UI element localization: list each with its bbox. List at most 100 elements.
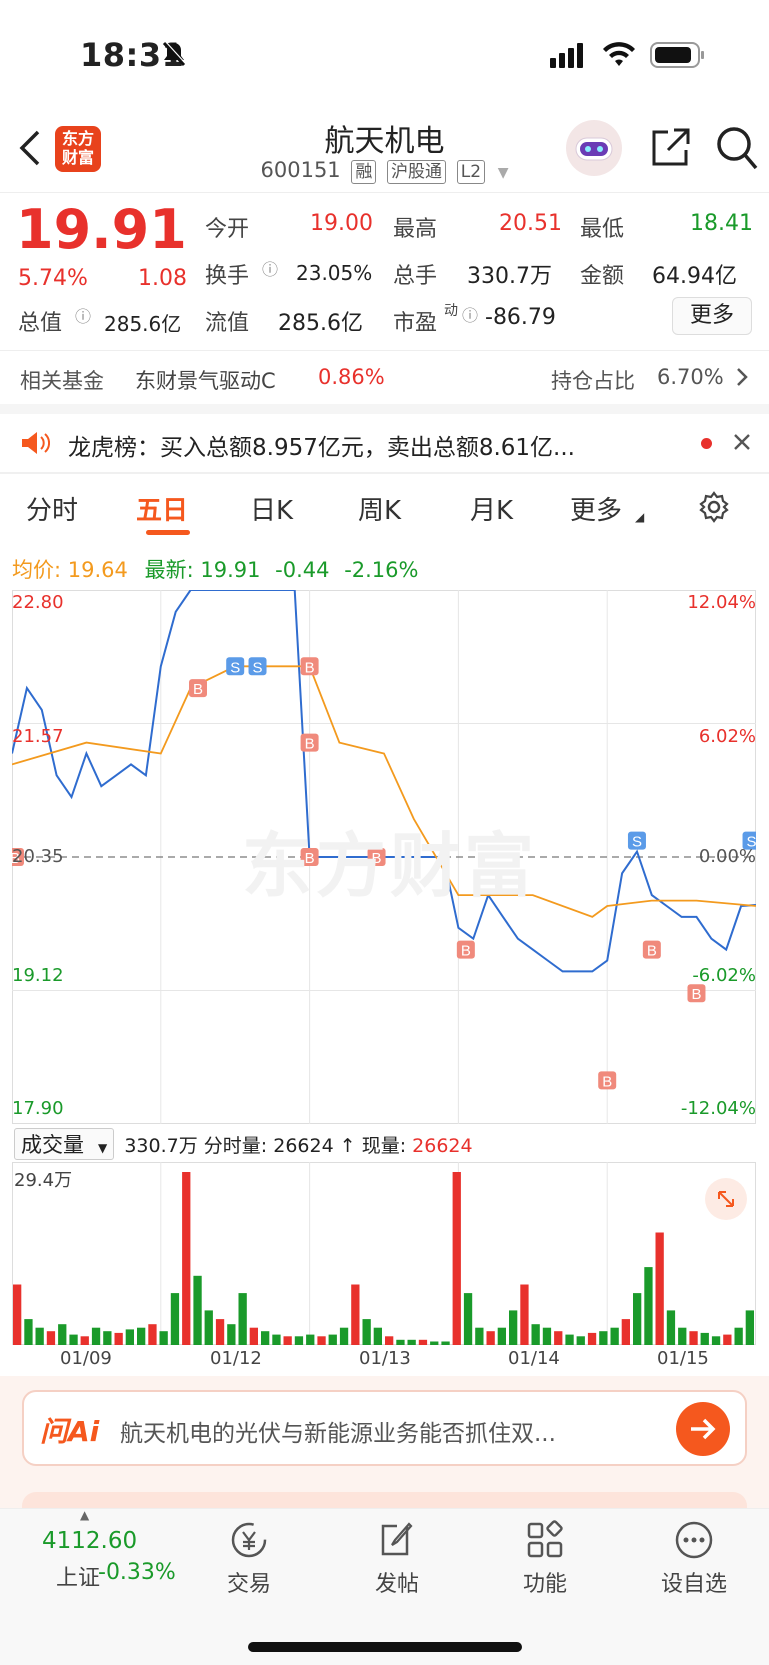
y-tick-right-3: -6.02% — [692, 965, 756, 986]
marker-label: S — [632, 834, 642, 851]
dropdown-corner-icon: ◢ — [635, 510, 645, 524]
marker-label: B — [602, 1073, 612, 1090]
arrow-right-icon[interactable] — [676, 1402, 730, 1456]
chart-legend: 均价: 19.64 最新: 19.91 -0.44 -2.16% — [12, 554, 418, 584]
y-tick-right-4: -12.04% — [680, 1098, 756, 1119]
volume-bar — [249, 1327, 258, 1345]
nav-post[interactable]: 发帖 — [337, 1520, 457, 1598]
volume-bar — [373, 1327, 382, 1345]
buy-marker: B — [300, 657, 319, 676]
volume-bar — [385, 1336, 394, 1345]
volume-bar — [700, 1332, 709, 1345]
volume-chart-svg — [12, 1162, 756, 1345]
volume-bar — [576, 1336, 585, 1345]
x-tick-1: 01/12 — [210, 1348, 262, 1369]
buy-marker: B — [642, 940, 661, 960]
latest-value: 19.91 — [200, 558, 261, 582]
sell-marker: S — [226, 657, 245, 676]
volume-bar — [542, 1327, 552, 1345]
dropdown-icon: ▼ — [98, 1141, 108, 1155]
volume-bar — [644, 1267, 653, 1345]
y-tick-right-1: 6.02% — [698, 726, 756, 747]
volume-type-select[interactable]: 成交量 ▼ — [14, 1128, 115, 1160]
volume-bar — [633, 1293, 642, 1345]
status-bar: 18:31 — [0, 0, 769, 110]
notice-bar[interactable]: 龙虎榜：买入总额8.957亿元，卖出总额8.61亿... — [0, 414, 769, 472]
tab-more[interactable]: 更多 — [570, 490, 622, 527]
volume-bar — [463, 1293, 473, 1345]
info-icon[interactable]: ⓘ — [75, 303, 91, 327]
volume-bar — [215, 1319, 225, 1345]
holding-value: 6.70% — [657, 365, 724, 389]
y-tick-right-2: 0.00% — [698, 846, 756, 867]
header: 东方财富 航天机电 600151 融 沪股通 L2 ▼ — [0, 110, 769, 192]
home-indicator — [248, 1642, 522, 1652]
volume-bar — [452, 1172, 461, 1345]
volume-label: 总手 — [393, 264, 438, 289]
info-icon[interactable]: ⓘ — [262, 256, 278, 280]
dropdown-icon[interactable]: ▼ — [498, 165, 509, 181]
volume-frame — [12, 1162, 756, 1345]
marker-label: B — [647, 943, 657, 960]
ai-question-box[interactable]: 问Ai 航天机电的光伏与新能源业务能否抓住双... — [22, 1390, 747, 1466]
buy-marker: B — [456, 940, 475, 960]
tab-weekly-k[interactable]: 周K — [358, 490, 401, 527]
settings-gear-icon[interactable] — [697, 490, 731, 528]
tag-connect: 沪股通 — [387, 160, 447, 184]
volume-bar — [148, 1324, 157, 1345]
volume-bar — [531, 1324, 540, 1345]
nav-functions[interactable]: 功能 — [485, 1520, 605, 1598]
index-value: 4112.60 — [42, 1528, 138, 1554]
x-tick-3: 01/14 — [508, 1348, 560, 1369]
expand-icon[interactable] — [705, 1178, 747, 1220]
volume-bar — [69, 1334, 78, 1345]
more-dots-icon — [674, 1520, 714, 1560]
fund-label: 相关基金 — [20, 369, 104, 393]
volume-bar — [91, 1327, 101, 1345]
volume-bar — [328, 1334, 337, 1345]
tab-monthly-k[interactable]: 月K — [470, 490, 513, 527]
close-icon[interactable] — [732, 432, 752, 456]
tab-daily-k[interactable]: 日K — [250, 490, 293, 527]
related-fund-row[interactable]: 相关基金 东财景气驱动C 0.86% 持仓占比 6.70% — [0, 350, 769, 404]
nav-add-watchlist[interactable]: 设自选 — [634, 1520, 754, 1598]
volume-bar — [182, 1172, 191, 1345]
volume-bar — [58, 1324, 67, 1345]
share-icon[interactable] — [648, 126, 692, 174]
y-tick-left-2: 20.35 — [12, 846, 64, 867]
volume-total: 330.7万 — [124, 1135, 198, 1157]
volume-bar — [565, 1334, 574, 1345]
x-tick-4: 01/15 — [657, 1348, 709, 1369]
buy-marker: B — [189, 679, 207, 698]
marker-label: B — [193, 681, 203, 698]
marker-label: B — [305, 736, 315, 753]
info-icon[interactable]: ⓘ — [462, 302, 478, 326]
volume-chart[interactable]: 29.4万 — [12, 1162, 756, 1345]
volume-bar — [486, 1331, 495, 1345]
index-ticker[interactable]: ▲ 4112.60 上证 -0.33% — [28, 1508, 176, 1591]
caret-up-icon: ▲ — [80, 1508, 90, 1522]
chevron-right-icon — [735, 366, 749, 392]
ai-label: 问Ai — [40, 1415, 100, 1448]
volume-bar — [13, 1284, 22, 1345]
search-icon[interactable] — [714, 124, 760, 176]
volume-bar — [272, 1334, 281, 1345]
volume-bar — [193, 1275, 202, 1345]
tab-five-day[interactable]: 五日 — [136, 490, 188, 527]
five-day-chart[interactable]: BBSSBBBBBBSBBS 东方财富 22.80 21.57 20.35 19… — [5, 589, 761, 1124]
y-tick-left-3: 19.12 — [12, 965, 64, 986]
up-arrow: ↑ — [339, 1135, 356, 1157]
volume-bar — [261, 1331, 270, 1345]
nav-trade[interactable]: 交易 — [189, 1520, 309, 1598]
mktcap-label: 总值 — [18, 311, 63, 336]
stock-code: 600151 — [260, 158, 341, 182]
index-change: -0.33% — [98, 1560, 176, 1585]
amount-value: 64.94亿 — [652, 264, 737, 289]
tab-intraday[interactable]: 分时 — [26, 490, 78, 527]
x-tick-0: 01/09 — [60, 1348, 112, 1369]
volume-bar — [396, 1339, 405, 1345]
robot-avatar-icon[interactable] — [564, 118, 624, 182]
watermark: 东方财富 — [242, 825, 538, 907]
more-button[interactable]: 更多 — [672, 297, 752, 335]
period-volume: 26624 — [273, 1135, 334, 1157]
